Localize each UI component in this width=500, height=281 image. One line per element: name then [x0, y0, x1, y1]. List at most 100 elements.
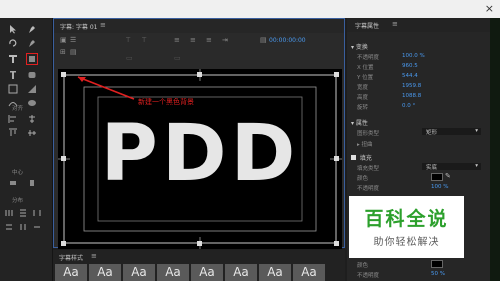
prop-graphic-type-label: 图形类型	[357, 131, 380, 137]
prop-y-value[interactable]: 544.4	[402, 73, 418, 79]
distribute-1-icon[interactable]	[4, 208, 14, 218]
title-tab-bar: 字幕: 字幕 01 ≡	[54, 19, 344, 33]
align-center-text-icon[interactable]: ≡	[190, 37, 196, 44]
style-sample[interactable]: Aa	[123, 264, 155, 281]
prop-rotation-value[interactable]: 0.0 °	[402, 103, 415, 109]
tools-panel: 对齐 中心 分布	[0, 18, 53, 281]
properties-tab-bar: 字幕属性 ≡	[347, 18, 490, 32]
prop-rotation-label: 旋转	[357, 105, 369, 111]
new-title-icon[interactable]: ▣	[60, 37, 67, 44]
prop-width-value[interactable]: 1959.8	[402, 83, 421, 89]
fill-color-swatch[interactable]	[431, 173, 443, 181]
prop-width-label: 宽度	[357, 85, 369, 91]
kerning-icon: ▭	[126, 54, 133, 62]
tab-title-styles[interactable]: 字幕样式	[59, 253, 83, 262]
fill-color-label: 颜色	[357, 176, 369, 182]
prop-opacity-value[interactable]: 100.0 %	[402, 53, 425, 59]
selection-tool-icon[interactable]	[8, 24, 18, 34]
fill-opacity-label: 不透明度	[357, 186, 380, 192]
templates-icon[interactable]: ▤	[70, 49, 77, 56]
tab-icon[interactable]: ⇥	[222, 37, 228, 44]
center-vertical-icon[interactable]	[27, 178, 37, 188]
style-sample[interactable]: Aa	[55, 264, 87, 281]
watermark-subtitle: 助你轻松解决	[373, 237, 440, 248]
align-top-icon[interactable]	[8, 128, 18, 138]
tab-title-properties[interactable]: 字幕属性	[355, 21, 379, 30]
watermark-logo: 百科全说 助你轻松解决	[349, 196, 464, 258]
top-bar: ×	[0, 0, 500, 18]
distribute-4-icon[interactable]	[4, 222, 14, 232]
ellipse-tool-icon[interactable]	[27, 98, 37, 108]
type-tool-icon[interactable]	[8, 54, 18, 64]
prop-opacity-label: 不透明度	[357, 55, 380, 61]
distribute-2-icon[interactable]	[18, 208, 28, 218]
rounded-rect-icon[interactable]	[27, 70, 37, 80]
timecode[interactable]: 00:00:00:00	[269, 37, 306, 44]
prop-height-value[interactable]: 1088.8	[402, 93, 421, 99]
prop-x-value[interactable]: 960.5	[402, 63, 418, 69]
graphic-type-dropdown[interactable]: 矩形 ▾	[422, 128, 481, 136]
prop-x-label: X 位置	[357, 65, 374, 71]
align-left-text-icon[interactable]: ≡	[174, 37, 180, 44]
fill-checkbox[interactable]	[351, 155, 356, 160]
distort-toggle[interactable]: ▸ 扭曲	[357, 140, 373, 148]
transform-section[interactable]: ▾ 变换	[351, 42, 368, 51]
italic-icon: T	[142, 36, 147, 44]
sheen-opacity-value[interactable]: 50 %	[431, 271, 445, 277]
styles-menu-icon[interactable]: ≡	[91, 252, 97, 260]
align-right-text-icon[interactable]: ≡	[206, 37, 212, 44]
headline-text[interactable]: PDD	[58, 109, 342, 199]
distribute-3-icon[interactable]	[32, 208, 42, 218]
tab-title-01[interactable]: 字幕: 字幕 01	[60, 22, 97, 31]
show-video-icon[interactable]: ▤	[260, 37, 267, 44]
panel-menu-icon[interactable]: ≡	[100, 21, 106, 29]
fill-type-label: 填充类型	[357, 166, 380, 172]
style-sample[interactable]: Aa	[191, 264, 223, 281]
fill-type-dropdown[interactable]: 实底 ▾	[422, 163, 481, 171]
title-styles-panel: 字幕样式 ≡ Aa Aa Aa Aa Aa Aa Aa Aa	[53, 250, 345, 281]
title-options-bar: ▣ ☰ ⊞ ▤ T T ≡ ≡ ≡ ▭ ▭ ⇥ ▤ 00:00:00:00	[54, 33, 344, 69]
align-middle-icon[interactable]	[27, 128, 37, 138]
background-edge	[490, 18, 500, 281]
sheen-opacity-label: 不透明度	[357, 273, 380, 279]
rectangle-tool-icon[interactable]	[26, 53, 38, 65]
style-sample[interactable]: Aa	[157, 264, 189, 281]
dropdown-arrow-icon: ▾	[475, 128, 478, 134]
bold-icon: T	[126, 36, 131, 44]
watermark-title: 百科全说	[364, 208, 449, 230]
pen-tool-icon[interactable]	[27, 24, 37, 34]
fill-section[interactable]: 填充	[351, 153, 372, 162]
align-center-icon[interactable]	[27, 114, 37, 124]
sheen-color-swatch[interactable]	[431, 260, 443, 268]
style-sample[interactable]: Aa	[89, 264, 121, 281]
tab-stops-icon[interactable]: ⊞	[60, 49, 66, 56]
wedge-tool-icon[interactable]	[27, 84, 37, 94]
leading-icon: ▭	[174, 54, 181, 62]
prop-height-label: 高度	[357, 95, 369, 101]
style-sample[interactable]: Aa	[225, 264, 257, 281]
dropdown-arrow-icon: ▾	[475, 163, 478, 169]
center-horizontal-icon[interactable]	[8, 178, 18, 188]
align-left-icon[interactable]	[8, 114, 18, 124]
area-type-icon[interactable]	[8, 84, 18, 94]
properties-section[interactable]: ▾ 属性	[351, 118, 368, 127]
close-icon[interactable]: ×	[485, 2, 494, 15]
prop-y-label: Y 位置	[357, 75, 374, 81]
sheen-color-label: 颜色	[357, 263, 369, 269]
center-label: 中心	[12, 170, 24, 176]
properties-menu-icon[interactable]: ≡	[392, 20, 398, 28]
vertical-type-icon[interactable]	[8, 70, 18, 80]
distribute-6-icon[interactable]	[32, 222, 42, 232]
distribute-label: 分布	[12, 198, 24, 204]
add-anchor-icon[interactable]	[27, 38, 37, 48]
style-sample[interactable]: Aa	[259, 264, 291, 281]
distribute-5-icon[interactable]	[18, 222, 28, 232]
align-label: 对齐	[12, 106, 24, 112]
title-canvas[interactable]: 新建一个黑色背景 PDD	[58, 69, 342, 249]
annotation-text: 新建一个黑色背景	[138, 98, 194, 106]
fill-opacity-value[interactable]: 100 %	[431, 184, 448, 190]
eyedropper-icon[interactable]: ✎	[445, 172, 451, 180]
rotate-tool-icon[interactable]	[8, 38, 18, 48]
roll-crawl-icon[interactable]: ☰	[70, 37, 76, 44]
style-sample[interactable]: Aa	[293, 264, 325, 281]
